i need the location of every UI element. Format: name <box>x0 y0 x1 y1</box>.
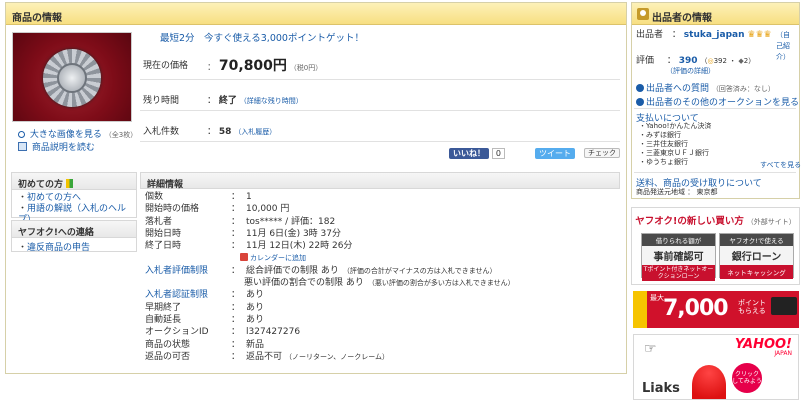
divider <box>140 79 620 80</box>
calendar-icon <box>240 253 248 262</box>
seller-heading: 出品者の情報 <box>632 3 799 25</box>
detail-row: 悪い評価の割合での制限 あり （悪い評価の割合が多い方は入札できません） <box>244 278 515 289</box>
detail-row: 入札者認証制限：あり <box>145 289 265 301</box>
detail-row: 早期終了：あり <box>145 302 265 313</box>
bids-row: ： 58 （入札履歴） <box>207 127 277 137</box>
loan-ad[interactable]: ヤフオク!の新しい買い方 （外部サイト） 借りられる額が 事前確認可 Tポイント… <box>631 207 800 285</box>
t-point-icon <box>633 291 647 328</box>
seller-name-link[interactable]: stuka_japan <box>684 30 745 40</box>
yahoo-logo: YAHOO! JAPAN <box>734 337 792 357</box>
detail-row: 落札者： tos***** / 評価：182 <box>145 216 336 227</box>
shipping-origin: 商品発送元地域 ： 東京都 <box>636 188 718 196</box>
seller-name-row: 出品者 ： stuka_japan ♛♛♛ （自己紹介） <box>636 30 796 61</box>
arrow-circle-icon <box>636 84 644 92</box>
divider <box>634 172 796 173</box>
payment-item: ・みずほ銀行 <box>639 131 681 139</box>
detail-row: 開始時の価格： 10,000 円 <box>145 204 290 215</box>
detail-row: 終了日時： 11月 12日(木) 22時 26分 <box>145 241 353 252</box>
beginner-mark-icon <box>66 179 74 188</box>
pointing-hand-icon: ☞ <box>644 341 657 357</box>
other-auctions-link[interactable]: 出品者のその他のオークションを見る <box>636 95 799 108</box>
promo-link[interactable]: 最短2分 今すぐ使える3,000ポイントゲット！ <box>160 30 364 44</box>
seller-rating-row: 評価 ： 390 （◎392 ・ ◆2） <box>636 56 756 66</box>
loan-option-left[interactable]: 借りられる額が 事前確認可 Tポイント付きネットオークションローン <box>641 233 716 281</box>
add-calendar-link[interactable]: カレンダーに追加 <box>145 252 620 264</box>
time-row: ： 終了 （詳細な残り時間） <box>207 96 303 106</box>
divider <box>140 141 620 142</box>
question-link[interactable]: 出品者への質問 （回答済み：なし） <box>636 81 775 94</box>
credit-card-icon <box>771 297 797 315</box>
price-row: ： 70,800円 （税0円） <box>207 58 323 74</box>
facebook-like-button[interactable]: いいね！ <box>449 148 489 159</box>
enlarge-image-link[interactable]: 大きな画像を見る （全3枚） <box>18 127 137 140</box>
social-bar: いいね！ 0 <box>449 148 505 159</box>
detail-row: 自動延長：あり <box>145 314 265 325</box>
item-thumbnail[interactable] <box>12 32 132 122</box>
yahoo-ad[interactable]: ☞ YAHOO! JAPAN クリックしてみよう Liaks <box>633 334 799 400</box>
eval-limit-link[interactable]: 入札者評価制限 <box>145 265 231 277</box>
detail-row: 開始日時： 11月 6日(金) 3時 37分 <box>145 228 341 239</box>
points-amount: 7,000 <box>663 296 729 321</box>
divider <box>140 110 620 111</box>
details-heading: 詳細情報 <box>140 172 620 190</box>
detail-row: 商品の状態：新品 <box>145 339 265 350</box>
loan-option-right[interactable]: ヤフオク!で使える 銀行ローン ネットキャッシング <box>719 233 794 279</box>
document-icon <box>18 142 27 151</box>
beginner-item-intro[interactable]: ・初めての方へ <box>18 193 130 204</box>
click-badge[interactable]: クリックしてみよう <box>732 363 762 393</box>
rating-value-link[interactable]: 390 <box>679 56 698 66</box>
contact-item-report[interactable]: ・違反商品の申告 <box>12 238 136 255</box>
payment-item: ・Yahoo!かんたん決済 <box>639 122 712 130</box>
beginner-box: 初めての方 ・初めての方へ ・用語の解説（入札のヘルプ） <box>11 172 137 225</box>
bids-value: 58 <box>218 127 232 137</box>
item-info-heading: 商品の情報 <box>6 3 626 25</box>
current-price: 70,800円 <box>218 58 287 74</box>
auth-limit-link[interactable]: 入札者認証制限 <box>145 289 231 301</box>
time-value: 終了 <box>218 96 237 106</box>
check-button[interactable]: チェック <box>584 148 620 158</box>
medal-image <box>43 49 101 107</box>
read-description-link[interactable]: 商品説明を読む <box>18 140 95 153</box>
loan-ad-title: ヤフオク!の新しい買い方 （外部サイト） <box>635 216 796 227</box>
detail-row: 返品の可否：返品不可 （ノーリターン、ノークレーム） <box>145 351 390 362</box>
detail-row: オークションID： l327427276 <box>145 327 301 338</box>
detail-row: 個数： 1 <box>145 192 252 202</box>
detail-row: 入札者評価制限：総合評価での制限 あり （評価の合計がマイナスの方は入札できません… <box>145 265 497 277</box>
magnifier-icon <box>18 131 25 138</box>
payment-item: ・ゆうちょ銀行 <box>639 158 688 166</box>
payment-item: ・三井住友銀行 <box>639 140 688 148</box>
knit-hat-image <box>692 365 726 399</box>
beginner-heading: 初めての方 <box>12 173 136 190</box>
price-tax: （税0円） <box>289 64 323 72</box>
contact-heading: ヤフオク!への連絡 <box>12 221 136 238</box>
see-all-link[interactable]: すべてを見る <box>760 160 801 170</box>
tweet-button[interactable]: ツイート <box>535 148 575 159</box>
star-badge-icon: ♛♛♛ <box>747 30 772 40</box>
payment-list: ・Yahoo!かんたん決済 ・みずほ銀行 ・三井住友銀行 ・三菱東京ＵＦＪ銀行 … <box>639 122 711 167</box>
contact-box: ヤフオク!への連絡 ・違反商品の申告 <box>11 220 137 255</box>
divider <box>634 108 796 109</box>
bids-history-link[interactable]: （入札履歴） <box>234 128 276 136</box>
payment-item: ・三菱東京ＵＦＪ銀行 <box>639 149 709 157</box>
bids-label: 入札件数 <box>143 127 180 137</box>
price-label: 現在の価格 <box>143 61 189 71</box>
arrow-circle-icon <box>636 98 644 106</box>
time-detail-link[interactable]: （詳細な残り時間） <box>240 97 303 105</box>
rating-detail-link[interactable]: （評価の詳細） <box>666 66 715 76</box>
time-label: 残り時間 <box>143 96 180 106</box>
details-table: 個数： 1 開始時の価格： 10,000 円 落札者： tos***** / 評価：1… <box>145 191 620 363</box>
seller-icon <box>637 8 649 20</box>
like-count: 0 <box>491 148 505 159</box>
points-ad[interactable]: 最大 7,000 ポイントもらえる <box>633 291 799 328</box>
